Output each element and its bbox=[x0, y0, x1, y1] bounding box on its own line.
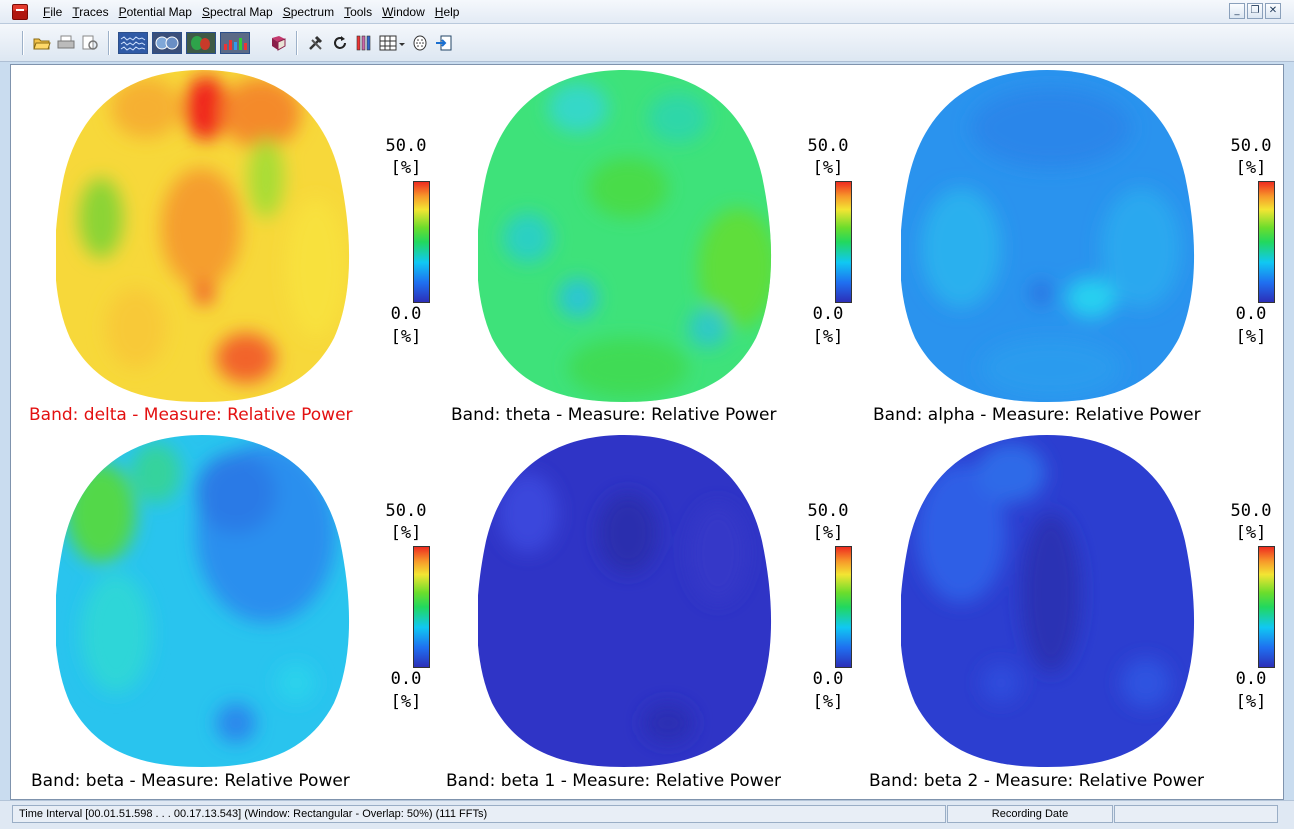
map-theta[interactable]: 50.0 [%] 0.0 [%] bbox=[478, 68, 852, 404]
menu-file[interactable]: File bbox=[38, 2, 67, 22]
colorbar bbox=[413, 181, 430, 303]
spectral-map-panel: 50.0 [%] 0.0 [%] Band: delta - Measure: … bbox=[10, 64, 1284, 800]
window-controls: _ ❐ ✕ bbox=[1229, 3, 1281, 19]
toolbar-separator bbox=[22, 30, 24, 55]
scale-max-label: 50.0 bbox=[385, 501, 427, 521]
head-topomap[interactable] bbox=[478, 68, 773, 404]
print-preview-icon[interactable] bbox=[80, 32, 100, 54]
menu-window[interactable]: Window bbox=[377, 2, 430, 22]
colorbar bbox=[835, 546, 852, 668]
colorbar bbox=[835, 181, 852, 303]
scale-max-label: 50.0 bbox=[807, 501, 849, 521]
menu-tools[interactable]: Tools bbox=[339, 2, 377, 22]
head-topomap[interactable] bbox=[478, 433, 773, 769]
head-topomap[interactable] bbox=[56, 433, 351, 769]
scale-min-label: 0.0 bbox=[812, 304, 844, 324]
scale-unit-top: [%] bbox=[1235, 523, 1267, 543]
map-caption-beta-1: Band: beta 1 - Measure: Relative Power bbox=[446, 771, 782, 791]
colorbar bbox=[1258, 546, 1275, 668]
potential-map-view-icon[interactable] bbox=[152, 31, 182, 54]
map-caption-beta: Band: beta - Measure: Relative Power bbox=[31, 771, 350, 791]
map-delta[interactable]: 50.0 [%] 0.0 [%] bbox=[56, 68, 430, 404]
menu-help[interactable]: Help bbox=[430, 2, 465, 22]
menu-bar: File Traces Potential Map Spectral Map S… bbox=[0, 0, 1294, 24]
head-electrodes-icon[interactable] bbox=[410, 32, 430, 54]
status-time-interval: Time Interval [00.01.51.598 . . . 00.17.… bbox=[12, 805, 946, 823]
colorbars-icon[interactable] bbox=[354, 32, 374, 54]
app-icon[interactable] bbox=[12, 3, 28, 20]
head-topomap[interactable] bbox=[901, 433, 1196, 769]
scale-unit-bottom: [%] bbox=[390, 692, 422, 712]
book-icon[interactable] bbox=[268, 32, 288, 54]
minimize-icon[interactable]: _ bbox=[1229, 3, 1245, 19]
colorbar bbox=[413, 546, 430, 668]
scale-max-label: 50.0 bbox=[1230, 501, 1272, 521]
scale-unit-bottom: [%] bbox=[1235, 692, 1267, 712]
scale-unit-top: [%] bbox=[390, 158, 422, 178]
status-recording-date: Recording Date bbox=[947, 805, 1113, 823]
scale-unit-top: [%] bbox=[812, 523, 844, 543]
map-beta-2[interactable]: 50.0 [%] 0.0 [%] bbox=[901, 433, 1275, 769]
head-topomap[interactable] bbox=[901, 68, 1196, 404]
status-extra bbox=[1114, 805, 1278, 823]
scale-min-label: 0.0 bbox=[390, 669, 422, 689]
scale-unit-top: [%] bbox=[390, 523, 422, 543]
open-folder-icon[interactable] bbox=[32, 32, 52, 54]
scale-unit-top: [%] bbox=[1235, 158, 1267, 178]
close-icon[interactable]: ✕ bbox=[1265, 3, 1281, 19]
menu-potential-map[interactable]: Potential Map bbox=[114, 2, 197, 22]
map-caption-alpha: Band: alpha - Measure: Relative Power bbox=[873, 405, 1201, 425]
print-icon[interactable] bbox=[56, 32, 76, 54]
menu-traces[interactable]: Traces bbox=[67, 2, 113, 22]
grid-layout-icon[interactable] bbox=[378, 32, 406, 54]
map-caption-beta-2: Band: beta 2 - Measure: Relative Power bbox=[869, 771, 1205, 791]
menu-spectral-map[interactable]: Spectral Map bbox=[197, 2, 278, 22]
spectral-map-view-icon[interactable] bbox=[186, 31, 216, 54]
map-beta[interactable]: 50.0 [%] 0.0 [%] bbox=[56, 433, 430, 769]
traces-view-icon[interactable] bbox=[118, 31, 148, 54]
scale-min-label: 0.0 bbox=[1235, 669, 1267, 689]
status-bar: Time Interval [00.01.51.598 . . . 00.17.… bbox=[0, 800, 1294, 829]
scale-min-label: 0.0 bbox=[1235, 304, 1267, 324]
head-topomap[interactable] bbox=[56, 68, 351, 404]
scale-unit-top: [%] bbox=[812, 158, 844, 178]
map-caption-theta: Band: theta - Measure: Relative Power bbox=[451, 405, 777, 425]
scale-unit-bottom: [%] bbox=[1235, 327, 1267, 347]
scale-unit-bottom: [%] bbox=[390, 327, 422, 347]
scale-max-label: 50.0 bbox=[1230, 136, 1272, 156]
scale-min-label: 0.0 bbox=[812, 669, 844, 689]
scale-unit-bottom: [%] bbox=[812, 327, 844, 347]
map-alpha[interactable]: 50.0 [%] 0.0 [%] bbox=[901, 68, 1275, 404]
toolbar-separator bbox=[296, 30, 298, 55]
toolbar-separator bbox=[108, 30, 110, 55]
refresh-icon[interactable] bbox=[330, 32, 350, 54]
scale-max-label: 50.0 bbox=[807, 136, 849, 156]
scale-min-label: 0.0 bbox=[390, 304, 422, 324]
export-icon[interactable] bbox=[434, 32, 454, 54]
map-beta-1[interactable]: 50.0 [%] 0.0 [%] bbox=[478, 433, 852, 769]
tools-icon[interactable] bbox=[306, 32, 326, 54]
scale-unit-bottom: [%] bbox=[812, 692, 844, 712]
colorbar bbox=[1258, 181, 1275, 303]
toolbar bbox=[0, 24, 1294, 62]
scale-max-label: 50.0 bbox=[385, 136, 427, 156]
restore-icon[interactable]: ❐ bbox=[1247, 3, 1263, 19]
menu-spectrum[interactable]: Spectrum bbox=[278, 2, 339, 22]
map-caption-delta: Band: delta - Measure: Relative Power bbox=[29, 405, 353, 425]
spectrum-view-icon[interactable] bbox=[220, 31, 250, 54]
